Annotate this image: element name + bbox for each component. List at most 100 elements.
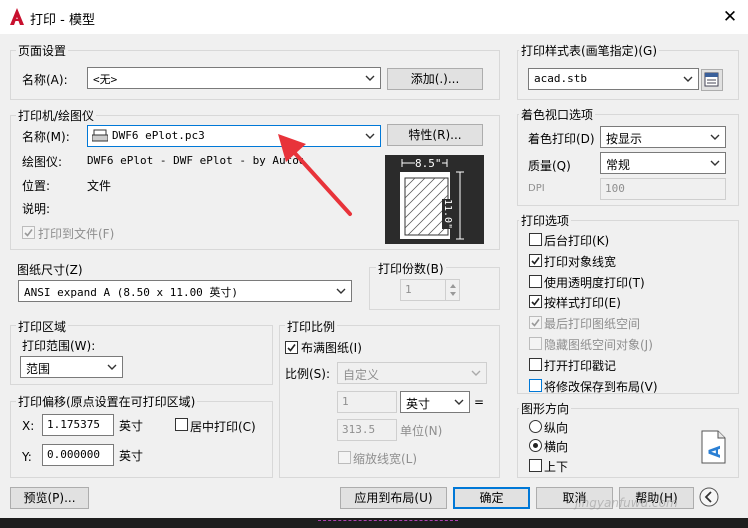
copies-value: 1 [405,283,412,296]
page-setup-name-select[interactable]: <无> [87,67,381,89]
portrait-label: 纵向 [544,421,569,435]
plot-area-select[interactable]: 范围 [20,356,123,378]
plot-option-checkbox[interactable] [529,295,542,308]
autocad-logo-icon [10,8,24,25]
plot-style-select[interactable]: acad.stb [528,68,699,90]
quality-label: 质量(Q) [528,159,571,173]
plot-option-checkbox[interactable] [529,337,542,350]
paper-preview: 8.5" 11.0" [385,155,484,244]
close-icon[interactable]: ✕ [718,5,742,29]
plot-to-file-checkbox[interactable] [22,226,35,239]
apply-to-layout-button[interactable]: 应用到布局(U) [340,487,447,509]
preview-height-label: 11.0" [442,199,453,230]
offset-y-value: 0.000000 [47,448,100,461]
scale-label: 比例(S): [285,367,331,381]
watermark-text: jingyanfuwu.com [575,496,678,510]
quality-select[interactable]: 常规 [600,152,726,174]
paper-size-value: ANSI expand A (8.50 x 11.00 英寸) [24,286,239,299]
page-setup-name-value: <无> [93,73,118,86]
collapse-arrow-icon [699,487,719,507]
location-label: 位置: [22,179,51,193]
printer-name-label: 名称(M): [22,130,70,144]
add-page-setup-button[interactable]: 添加(.)... [387,68,483,90]
chevron-down-icon [365,133,375,139]
plot-style-legend: 打印样式表(画笔指定)(G) [519,42,660,59]
chevron-down-icon [107,364,117,370]
chevron-down-icon [683,76,693,82]
chevron-down-icon [710,160,720,166]
landscape-radio[interactable] [529,439,542,452]
offset-x-value: 1.175375 [47,418,100,431]
scale-value: 自定义 [343,368,380,382]
copies-legend: 打印份数(B) [376,260,446,277]
edit-plot-style-icon [704,72,719,87]
page-setup-name-label: 名称(A): [22,73,68,87]
plot-option-label: 按样式打印(E) [544,296,621,310]
plot-option-label: 隐藏图纸空间对象(J) [544,338,653,352]
paper-size-select[interactable]: ANSI expand A (8.50 x 11.00 英寸) [18,280,352,302]
scale-value2-input[interactable]: 313.5 [337,419,397,441]
plot-option-checkbox[interactable] [529,233,542,246]
scale-unit-select[interactable]: 英寸 [400,391,470,413]
plot-option-checkbox[interactable] [529,316,542,329]
spinner-arrows-icon [450,284,456,296]
plotter-label: 绘图仪: [22,155,63,169]
copies-spinner[interactable] [445,280,459,300]
preview-button[interactable]: 预览(P)... [10,487,89,509]
orientation-legend: 图形方向 [519,400,572,417]
paper-size-legend: 图纸尺寸(Z) [17,263,83,277]
scale-unit-value: 英寸 [406,397,431,411]
plot-option-checkbox[interactable] [529,379,542,392]
scale-equals: = [474,395,485,409]
preview-width-label: 8.5" [415,157,442,170]
upside-down-label: 上下 [544,460,569,474]
shade-plot-label: 着色打印(D) [528,132,595,146]
chevron-down-icon [454,399,464,405]
window-title: 打印 - 模型 [30,13,95,28]
dpi-input[interactable]: 100 [600,178,726,200]
chevron-down-icon [471,370,481,376]
landscape-page-icon: A [701,430,726,464]
plot-scale-legend: 打印比例 [285,318,338,335]
plot-option-label: 将修改保存到布局(V) [544,380,658,394]
scale-value2: 313.5 [342,423,376,436]
print-dialog: 打印 - 模型 ✕ 页面设置 名称(A): <无> 添加(.)... 打印机/绘… [0,0,748,518]
dark-canvas-strip [318,520,458,528]
plot-option-label: 最后打印图纸空间 [544,317,641,331]
scale-lineweights-label: 缩放线宽(L) [353,452,418,466]
plot-offset-group [10,401,273,478]
plot-option-checkbox[interactable] [529,275,542,288]
center-plot-label: 居中打印(C) [190,420,256,434]
shade-plot-select[interactable]: 按显示 [600,126,726,148]
edit-plot-style-button[interactable] [701,69,723,91]
portrait-radio[interactable] [529,420,542,433]
plot-option-label: 打印对象线宽 [544,255,617,269]
plot-option-checkbox[interactable] [529,254,542,267]
upside-down-checkbox[interactable] [529,459,542,472]
title-bar: 打印 - 模型 ✕ [0,0,748,34]
chevron-down-icon [336,288,346,294]
offset-y-input[interactable]: 0.000000 [42,444,114,466]
ok-button[interactable]: 确定 [453,487,530,509]
scale-lineweights-checkbox[interactable] [338,451,351,464]
fit-to-paper-checkbox[interactable] [285,341,298,354]
expand-collapse-button[interactable] [698,486,720,508]
scale-select[interactable]: 自定义 [337,362,487,384]
shaded-viewport-legend: 着色视口选项 [519,106,596,123]
plot-option-label: 使用透明度打印(T) [544,276,645,290]
plot-option-checkbox[interactable] [529,358,542,371]
printer-properties-button[interactable]: 特性(R)... [387,124,483,146]
plot-option-label: 打开打印戳记 [544,359,617,373]
plot-offset-legend: 打印偏移(原点设置在可打印区域) [16,393,198,410]
center-plot-checkbox[interactable] [175,418,188,431]
dpi-label: DPI [528,183,545,194]
scale-value1: 1 [342,395,349,408]
plot-area-legend: 打印区域 [16,318,69,335]
fit-to-paper-label: 布满图纸(I) [301,341,362,355]
scale-value1-input[interactable]: 1 [337,391,397,413]
red-arrow-annotation [278,134,352,216]
offset-x-input[interactable]: 1.175375 [42,414,114,436]
page-setup-legend: 页面设置 [16,42,69,59]
plot-option-label: 后台打印(K) [544,234,610,248]
offset-y-unit: 英寸 [119,449,144,463]
